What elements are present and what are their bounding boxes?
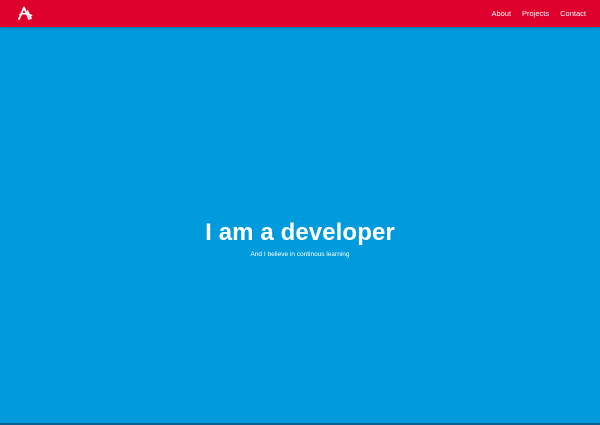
page: About Projects Contact I am a developer … xyxy=(0,0,600,425)
logo-icon[interactable] xyxy=(17,6,33,20)
hero-title: I am a developer xyxy=(205,219,395,246)
nav-link-about[interactable]: About xyxy=(491,0,511,27)
nav-link-contact[interactable]: Contact xyxy=(560,0,586,27)
nav-link-projects[interactable]: Projects xyxy=(522,0,549,27)
hero-section: I am a developer And I believe in contin… xyxy=(0,218,600,259)
nav-links: About Projects Contact xyxy=(480,0,586,27)
navbar: About Projects Contact xyxy=(0,0,600,27)
a-monogram-logo-icon xyxy=(18,6,33,20)
hero-subtitle: And I believe in continous learning xyxy=(250,251,350,258)
